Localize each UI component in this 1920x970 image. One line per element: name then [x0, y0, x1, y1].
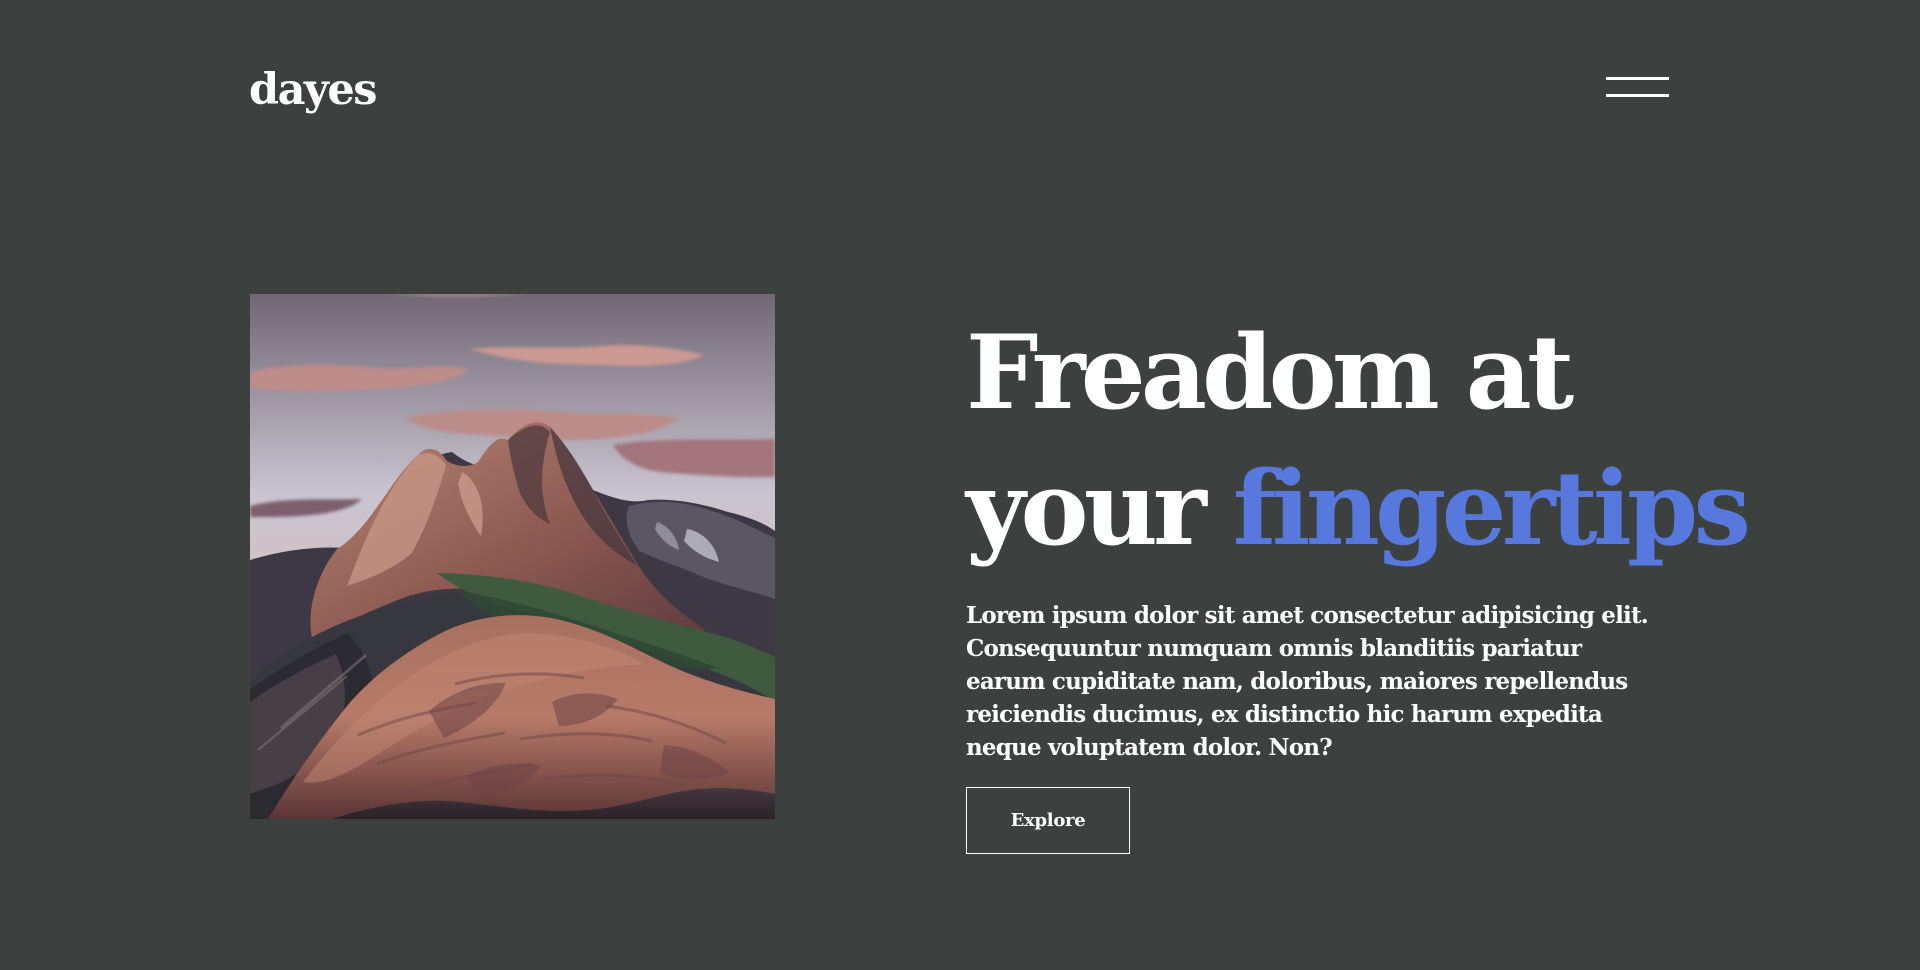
hamburger-menu-button[interactable]	[1606, 74, 1669, 102]
menu-line-icon	[1606, 94, 1669, 97]
hero-content: Freadom at your fingertips Lorem ipsum d…	[966, 305, 1751, 854]
headline-highlight-text: fingertips	[1232, 449, 1751, 569]
hero-headline: Freadom at your fingertips	[966, 305, 1751, 577]
site-header: dayes	[0, 0, 1920, 180]
headline-line-1: Freadom at	[966, 313, 1574, 433]
hero-description: Lorem ipsum dolor sit amet consectetur a…	[966, 602, 1649, 761]
mountain-illustration	[250, 294, 775, 819]
explore-button[interactable]: Explore	[966, 787, 1130, 854]
mountain-image	[250, 294, 775, 819]
menu-line-icon	[1606, 77, 1669, 80]
headline-line-2: your fingertips	[966, 441, 1751, 577]
site-logo[interactable]: dayes	[249, 62, 377, 118]
headline-plain-text: your	[966, 449, 1233, 569]
